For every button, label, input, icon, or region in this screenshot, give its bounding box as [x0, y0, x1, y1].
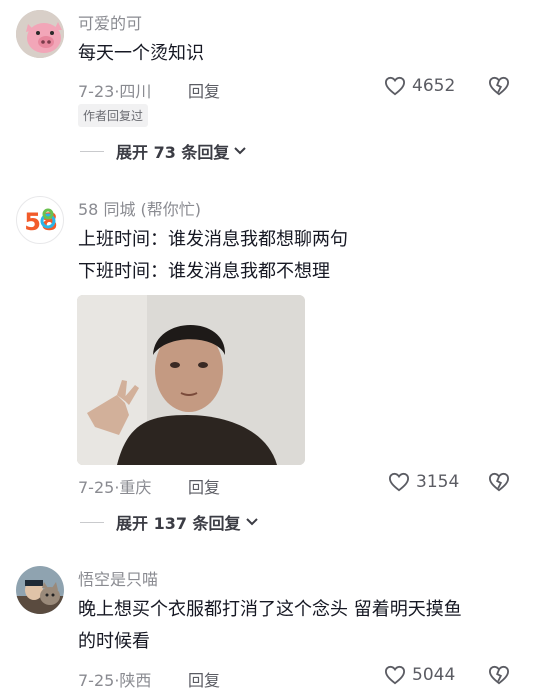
- cat-avatar-icon: [16, 566, 64, 614]
- comment-text: 晚上想买个衣服都打消了这个念头 留着明天摸鱼 的时候看: [78, 599, 462, 652]
- reply-button[interactable]: 回复: [188, 474, 220, 498]
- chevron-down-icon: [245, 518, 258, 526]
- broken-heart-icon: [488, 76, 510, 96]
- comment-meta: 7-23·四川: [78, 82, 152, 101]
- divider: [80, 150, 104, 152]
- heart-icon: [384, 665, 406, 685]
- username[interactable]: 可爱的可: [78, 10, 142, 34]
- dislike-button[interactable]: [488, 665, 510, 689]
- reply-button[interactable]: 回复: [188, 667, 220, 691]
- avatar[interactable]: [16, 10, 64, 58]
- avatar[interactable]: [16, 566, 64, 614]
- heart-icon: [388, 472, 410, 492]
- broken-heart-icon: [488, 665, 510, 685]
- like-count: 5044: [412, 665, 456, 685]
- pig-avatar-icon: [16, 10, 64, 58]
- username[interactable]: 悟空是只喵: [78, 566, 158, 590]
- like-count: 3154: [416, 472, 460, 492]
- broken-heart-icon: [488, 472, 510, 492]
- heart-icon: [384, 76, 406, 96]
- expand-replies-label: 展开 137 条回复: [116, 514, 241, 533]
- comment-date: 7-25: [78, 671, 115, 690]
- reply-button[interactable]: 回复: [188, 78, 220, 102]
- comment-date: 7-25: [78, 478, 115, 497]
- expand-replies-label: 展开 73 条回复: [116, 143, 230, 162]
- comment-location: 重庆: [119, 478, 152, 497]
- dislike-button[interactable]: [488, 76, 510, 100]
- 58-logo-icon: 58: [24, 208, 57, 236]
- author-replied-badge: 作者回复过: [78, 104, 149, 127]
- dislike-button[interactable]: [488, 472, 510, 496]
- divider: [80, 521, 104, 523]
- comment-text: 每天一个烫知识: [78, 43, 204, 64]
- comment-location: 陕西: [119, 671, 152, 690]
- like-button[interactable]: 5044: [384, 665, 455, 685]
- comment-meta: 7-25·陕西: [78, 671, 152, 690]
- avatar[interactable]: 58: [16, 196, 64, 244]
- comment-meta: 7-25·重庆: [78, 478, 152, 497]
- expand-replies-button[interactable]: 展开 137 条回复: [80, 510, 259, 534]
- meme-image-icon: [77, 295, 305, 465]
- username[interactable]: 58 同城 (帮你忙): [78, 196, 201, 220]
- expand-replies-button[interactable]: 展开 73 条回复: [80, 139, 247, 163]
- comment-text: 上班时间：谁发消息我都想聊两句 下班时间：谁发消息我都不想理: [78, 229, 348, 282]
- comment-location: 四川: [119, 82, 152, 101]
- like-count: 4652: [412, 76, 456, 96]
- comment-date: 7-23: [78, 82, 115, 101]
- comment-image[interactable]: [77, 295, 305, 465]
- like-button[interactable]: 4652: [384, 76, 455, 96]
- like-button[interactable]: 3154: [388, 472, 459, 492]
- chevron-down-icon: [234, 147, 247, 155]
